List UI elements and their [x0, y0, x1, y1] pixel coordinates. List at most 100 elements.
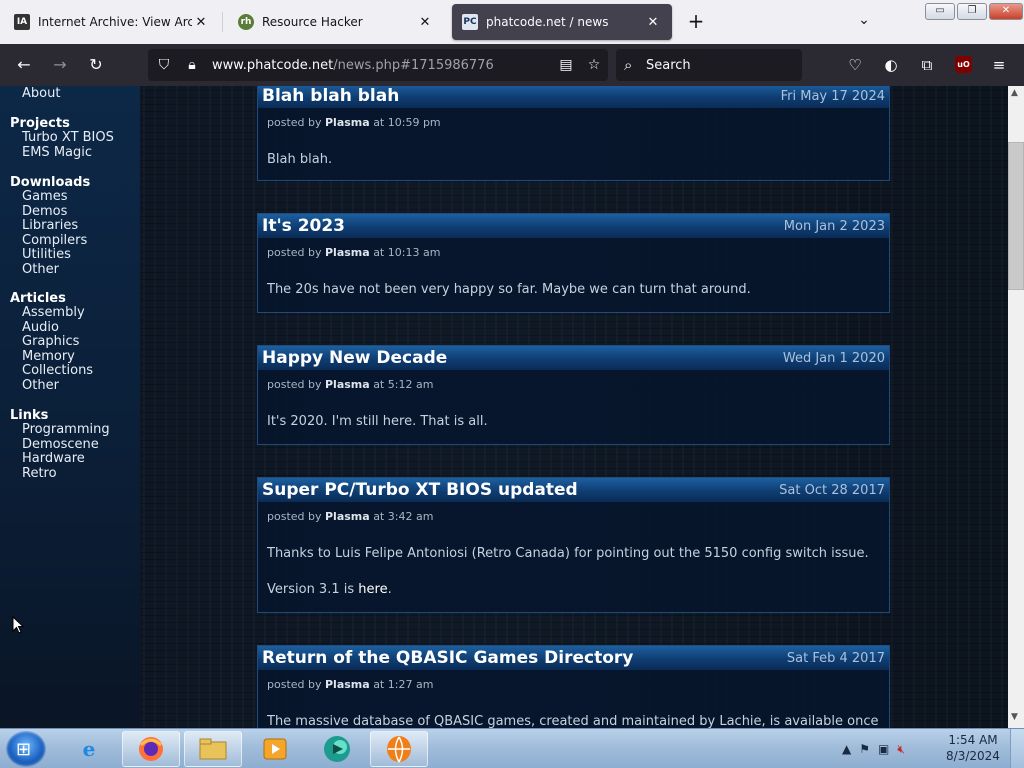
- back-arrow-icon[interactable]: ←: [10, 52, 38, 78]
- sidebar-heading[interactable]: Links: [10, 408, 110, 423]
- post-time: 10:13 am: [387, 246, 441, 259]
- news-post: Blah blah blah Fri May 17 2024 posted by…: [257, 86, 890, 181]
- close-window-button[interactable]: ✕: [989, 3, 1023, 20]
- sidebar-group-links: Links Programming Demoscene Hardware Ret…: [10, 408, 110, 481]
- post-version-line: Version 3.1 is here.: [258, 563, 889, 599]
- lock-icon[interactable]: 🔒︎: [178, 57, 206, 73]
- show-desktop-button[interactable]: [1010, 729, 1024, 768]
- post-date: Fri May 17 2024: [780, 88, 885, 104]
- sidebar-item[interactable]: Hardware: [10, 451, 110, 467]
- sidebar-item[interactable]: Audio: [10, 320, 93, 336]
- maximize-button[interactable]: ❐: [957, 3, 987, 20]
- page-viewport: About Projects Turbo XT BIOS EMS Magic D…: [0, 86, 1008, 728]
- sidebar-item[interactable]: Assembly: [10, 305, 93, 321]
- sidebar-item[interactable]: EMS Magic: [10, 145, 114, 161]
- tab-separator: [222, 12, 223, 32]
- posted-by-label: posted by: [267, 510, 322, 523]
- scrollbar-thumb[interactable]: [1008, 142, 1024, 290]
- navigation-toolbar: ← → ↻ ⛉ 🔒︎ www.phatcode.net/news.php#171…: [0, 44, 1024, 86]
- tracking-protection-icon[interactable]: ⛉: [150, 57, 178, 73]
- tab-resource-hacker[interactable]: rh Resource Hacker ✕: [228, 4, 444, 40]
- post-body: It's 2020. I'm still here. That is all.: [267, 414, 488, 429]
- url-bar[interactable]: ⛉ 🔒︎ www.phatcode.net/news.php#171598677…: [148, 49, 608, 81]
- version-suffix: .: [387, 582, 392, 597]
- url-text[interactable]: www.phatcode.net/news.php#1715986776: [206, 58, 552, 73]
- tab-title: phatcode.net / news: [486, 15, 609, 29]
- forward-arrow-icon[interactable]: →: [46, 52, 74, 78]
- post-author: Plasma: [325, 510, 370, 523]
- sidebar-item[interactable]: Other: [10, 262, 90, 278]
- action-center-flag-icon[interactable]: ⚑: [859, 742, 870, 756]
- post-time: 10:59 pm: [387, 116, 441, 129]
- reader-view-icon[interactable]: ▤: [552, 57, 580, 73]
- sidebar-item[interactable]: Compilers: [10, 233, 90, 249]
- sidebar-heading[interactable]: Articles: [10, 291, 93, 306]
- close-tab-icon[interactable]: ✕: [416, 15, 434, 30]
- sidebar-item[interactable]: Utilities: [10, 247, 90, 263]
- news-post: Super PC/Turbo XT BIOS updated Sat Oct 2…: [257, 477, 890, 613]
- sidebar-item-about[interactable]: About: [10, 86, 60, 102]
- post-title: Super PC/Turbo XT BIOS updated: [262, 480, 578, 500]
- download-here-link[interactable]: here: [358, 582, 387, 597]
- account-icon[interactable]: ◐: [878, 52, 904, 78]
- volume-muted-icon[interactable]: 🔇︎: [897, 742, 905, 757]
- clock-time: 1:54 AM: [948, 733, 998, 747]
- tab-internet-archive[interactable]: IA Internet Archive: View Archive ✕: [4, 4, 220, 40]
- post-date: Wed Jan 1 2020: [782, 350, 885, 366]
- post-body: The massive database of QBASIC games, cr…: [267, 714, 879, 728]
- file-explorer-icon[interactable]: [184, 731, 242, 767]
- news-post: Happy New Decade Wed Jan 1 2020 posted b…: [257, 345, 890, 445]
- pocket-icon[interactable]: ♡: [842, 52, 868, 78]
- hamburger-menu-icon[interactable]: ≡: [986, 52, 1012, 78]
- sidebar-item[interactable]: Libraries: [10, 218, 90, 234]
- sidebar-item[interactable]: Demoscene: [10, 437, 110, 453]
- show-hidden-icons-icon[interactable]: ▲: [842, 742, 851, 756]
- app-icon[interactable]: [308, 731, 366, 767]
- minimize-button[interactable]: ▭: [925, 3, 955, 20]
- sidebar-item[interactable]: Memory: [10, 349, 93, 365]
- ublock-origin-icon[interactable]: uO: [955, 56, 972, 73]
- close-tab-icon[interactable]: ✕: [192, 15, 210, 30]
- app-orange-icon[interactable]: [370, 731, 428, 767]
- list-all-tabs-icon[interactable]: ⌄: [852, 12, 876, 32]
- news-post: It's 2023 Mon Jan 2 2023 posted by Plasm…: [257, 213, 890, 313]
- sidebar-item[interactable]: Demos: [10, 204, 90, 220]
- reload-icon[interactable]: ↻: [82, 52, 110, 78]
- media-player-icon[interactable]: [246, 731, 304, 767]
- post-title: Return of the QBASIC Games Directory: [262, 648, 634, 668]
- sidebar-heading[interactable]: Projects: [10, 116, 114, 131]
- sidebar-item[interactable]: Collections: [10, 363, 93, 379]
- post-time: 3:42 am: [387, 510, 434, 523]
- star-icon[interactable]: ☆: [580, 57, 608, 73]
- post-author: Plasma: [325, 678, 370, 691]
- news-post: Return of the QBASIC Games Directory Sat…: [257, 645, 890, 728]
- sidebar-item[interactable]: Graphics: [10, 334, 93, 350]
- at-label: at: [373, 510, 385, 523]
- post-meta: posted by Plasma at 1:27 am: [258, 670, 889, 691]
- scroll-down-arrow-icon[interactable]: ▼: [1011, 712, 1018, 722]
- sidebar-item[interactable]: Other: [10, 378, 93, 394]
- sidebar-item[interactable]: Programming: [10, 422, 110, 438]
- url-host: www.phatcode.net: [212, 57, 334, 73]
- mouse-cursor-icon: [12, 616, 24, 634]
- close-tab-icon[interactable]: ✕: [644, 15, 662, 30]
- firefox-icon[interactable]: [122, 731, 180, 767]
- post-body: Thanks to Luis Felipe Antoniosi (Retro C…: [267, 546, 869, 561]
- sidebar-item[interactable]: Games: [10, 189, 90, 205]
- windows-logo-icon: ⊞: [16, 739, 32, 760]
- start-button[interactable]: ⊞: [6, 731, 46, 767]
- scroll-up-arrow-icon[interactable]: ▲: [1011, 88, 1018, 98]
- at-label: at: [373, 116, 385, 129]
- tab-phatcode-news[interactable]: PC phatcode.net / news ✕: [452, 4, 672, 40]
- sidebar-heading[interactable]: Downloads: [10, 175, 90, 190]
- taskbar-clock[interactable]: 1:54 AM 8/3/2024: [944, 732, 1002, 764]
- post-body: Blah blah.: [267, 152, 333, 167]
- sidebar-item[interactable]: Turbo XT BIOS: [10, 130, 114, 146]
- extensions-icon[interactable]: ⧉: [914, 52, 940, 78]
- new-tab-icon[interactable]: +: [684, 10, 708, 34]
- internet-explorer-icon[interactable]: e: [60, 731, 118, 767]
- post-header: Super PC/Turbo XT BIOS updated Sat Oct 2…: [258, 478, 889, 502]
- search-bar[interactable]: ⌕ Search: [616, 49, 802, 81]
- sidebar-item[interactable]: Retro: [10, 466, 110, 482]
- network-icon[interactable]: ▣: [878, 742, 889, 756]
